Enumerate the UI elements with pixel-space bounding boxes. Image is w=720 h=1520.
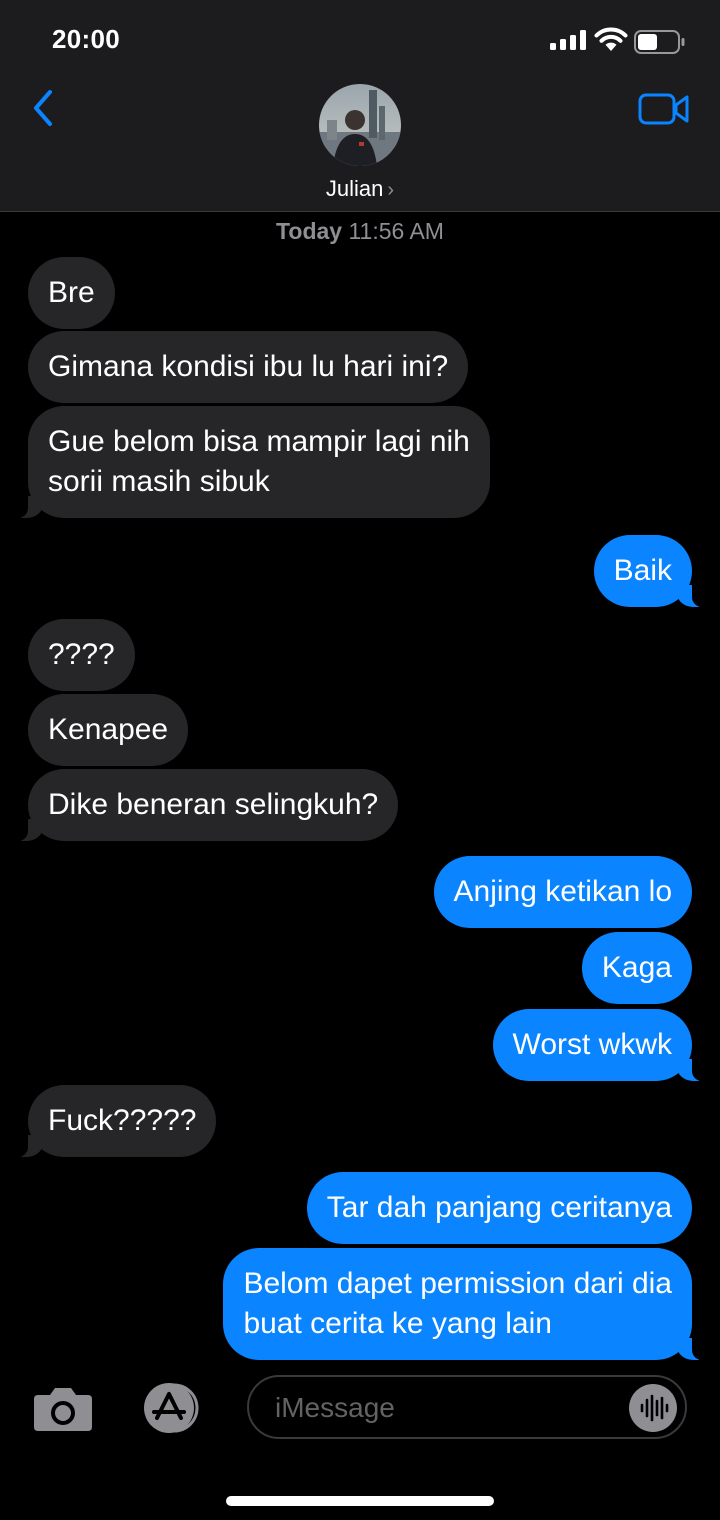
home-indicator[interactable] <box>226 1496 494 1506</box>
chevron-left-icon <box>34 90 52 126</box>
message-text: Anjing ketikan lo <box>453 875 672 908</box>
facetime-video-button[interactable] <box>638 92 690 126</box>
message-bubble-received[interactable]: Bre <box>28 257 115 329</box>
message-text: Bre <box>48 276 95 309</box>
message-text: Fuck????? <box>48 1104 197 1137</box>
contact-name: Julian <box>325 176 384 201</box>
message-text: Kenapee <box>48 713 169 746</box>
message-bubble-received[interactable]: ???? <box>28 619 135 691</box>
message-bubble-sent[interactable]: Baik <box>593 535 705 607</box>
status-time: 20:00 <box>52 24 120 54</box>
timestamp-time: 11:56 AM <box>348 218 444 244</box>
wifi-icon <box>594 27 628 51</box>
message-bubble-received[interactable]: Fuck????? <box>15 1085 217 1157</box>
app-store-button[interactable] <box>135 1382 207 1434</box>
message-text: ???? <box>48 638 115 671</box>
message-bubble-received[interactable]: Gue belom bisa mampir lagi nih sorii mas… <box>16 406 490 518</box>
app-store-icon <box>144 1383 199 1433</box>
battery-icon <box>634 30 685 54</box>
cellular-signal-icon <box>550 30 586 50</box>
message-bubble-sent[interactable]: Tar dah panjang ceritanya <box>306 1172 692 1244</box>
message-bubble-sent[interactable]: Kaga <box>581 932 692 1004</box>
messages-screen: 20:00 Julian › Today 11:56 AM Bre Gimana… <box>0 0 720 1520</box>
chevron-right-icon: › <box>387 179 395 201</box>
video-camera-icon <box>638 93 689 125</box>
conversation-header: 20:00 Julian › <box>0 0 720 212</box>
message-text: Worst wkwk <box>512 1028 672 1061</box>
message-text: sorii masih sibuk <box>48 465 270 498</box>
message-text: Dike beneran selingkuh? <box>48 788 379 821</box>
camera-button[interactable] <box>32 1385 94 1433</box>
contact-avatar[interactable] <box>319 84 401 166</box>
message-text: Gimana kondisi ibu lu hari ini? <box>48 350 449 383</box>
message-text: Belom dapet permission dari dia <box>243 1267 672 1300</box>
contact-name-button[interactable]: Julian › <box>0 176 720 202</box>
timestamp-day: Today <box>276 218 343 244</box>
message-text: Gue belom bisa mampir lagi nih <box>48 425 470 458</box>
back-button[interactable] <box>28 88 60 128</box>
message-bubble-sent[interactable]: Anjing ketikan lo <box>433 856 692 928</box>
avatar-photo <box>319 84 401 166</box>
conversation-timestamp: Today 11:56 AM <box>0 218 720 245</box>
imessage-input[interactable] <box>273 1389 617 1427</box>
audio-message-button[interactable] <box>629 1384 677 1432</box>
message-text: Tar dah panjang ceritanya <box>326 1191 672 1224</box>
message-text: Baik <box>613 554 672 587</box>
message-bubble-received[interactable]: Dike beneran selingkuh? <box>15 769 399 841</box>
message-bubble-received[interactable]: Gimana kondisi ibu lu hari ini? <box>28 331 469 403</box>
audio-waveform-icon <box>640 1394 669 1422</box>
message-text: Kaga <box>601 951 672 984</box>
message-text: buat cerita ke yang lain <box>243 1307 552 1340</box>
message-field[interactable] <box>247 1375 687 1439</box>
camera-icon <box>34 1388 92 1431</box>
message-bubble-sent[interactable]: Belom dapet permission dari dia buat cer… <box>223 1248 704 1360</box>
message-bubble-sent[interactable]: Worst wkwk <box>492 1009 705 1081</box>
message-bubble-received[interactable]: Kenapee <box>28 694 189 766</box>
